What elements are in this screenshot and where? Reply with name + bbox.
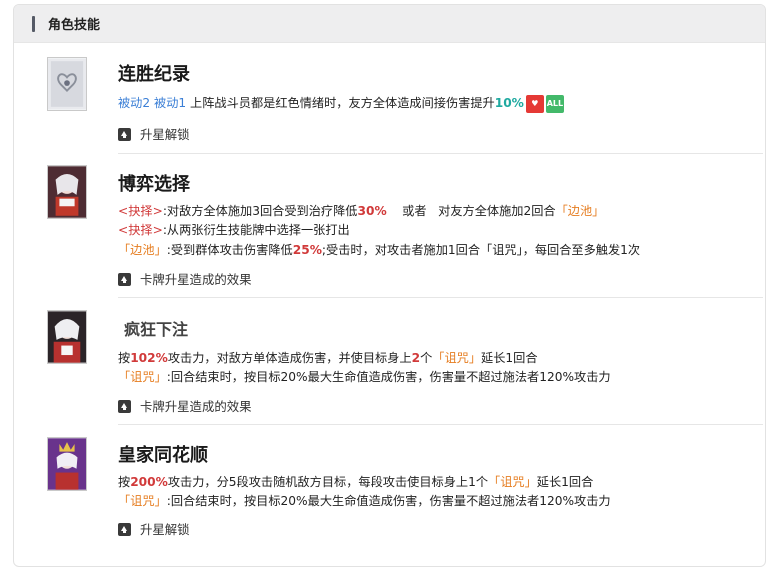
skill-name: 连胜纪录 bbox=[118, 64, 190, 85]
footer-label: 卡牌升星造成的效果 bbox=[140, 272, 252, 287]
skill-card-image bbox=[47, 310, 87, 364]
upgrade-arrow-icon bbox=[118, 272, 131, 286]
skill-name: 疯狂下注 bbox=[124, 320, 189, 339]
value-text: 2 bbox=[411, 351, 421, 365]
skill-desc-line: 「诅咒」:回合结束时，按目标20%最大生命值造成伤害，伤害量不超过施法者120%… bbox=[118, 491, 611, 509]
desc-text: 或者 bbox=[402, 204, 427, 218]
skill-name: 皇家同花顺 bbox=[118, 445, 208, 466]
value-text: 25% bbox=[292, 243, 322, 257]
desc-text: 延长1回合 bbox=[536, 475, 594, 489]
footer-label: 卡牌升星造成的效果 bbox=[140, 399, 252, 414]
card-upgrade-toggle[interactable]: 卡牌升星造成的效果 bbox=[118, 397, 252, 415]
heart-shield-icon: ♥ bbox=[525, 94, 544, 113]
desc-text: ;受击时，对攻击者施加1回合「诅咒」，每回合至多触发1次 bbox=[321, 243, 641, 257]
passive-tag[interactable]: 被动2 bbox=[118, 96, 150, 110]
skill-desc-line: <抉择>:从两张衍生技能牌中选择一张打出 bbox=[118, 220, 350, 238]
desc-text: 按 bbox=[118, 351, 131, 365]
choice-tag[interactable]: <抉择> bbox=[118, 223, 163, 237]
status-tag[interactable]: 「诅咒」 bbox=[118, 494, 167, 508]
card-art-heart-icon bbox=[48, 58, 86, 110]
status-tag[interactable]: 「诅咒」 bbox=[488, 475, 537, 489]
choice-tag[interactable]: <抉择> bbox=[118, 204, 163, 218]
panel-title: 角色技能 bbox=[48, 18, 101, 33]
desc-text: 按 bbox=[118, 475, 131, 489]
skill-desc-line: <抉择>:对敌方全体施加3回合受到治疗降低30% 或者 对友方全体施加2回合「边… bbox=[118, 201, 604, 219]
desc-text: 延长1回合 bbox=[481, 351, 538, 365]
value-text: 102% bbox=[130, 351, 168, 365]
desc-text: :回合结束时，按目标20%最大生命值造成伤害，伤害量不超过施法者120%攻击力 bbox=[166, 370, 611, 384]
header-accent-bar bbox=[32, 15, 35, 32]
desc-text: 对友方全体施加2回合 bbox=[438, 204, 556, 218]
skill-desc-line: 「诅咒」:回合结束时，按目标20%最大生命值造成伤害，伤害量不超过施法者120%… bbox=[118, 367, 611, 385]
upgrade-arrow-icon bbox=[118, 522, 131, 536]
skill-card-image bbox=[47, 165, 87, 219]
skill-card-image bbox=[47, 437, 87, 491]
desc-text: 个 bbox=[420, 351, 433, 365]
status-tag[interactable]: 「诅咒」 bbox=[432, 351, 481, 365]
card-art-character-icon bbox=[48, 311, 86, 363]
card-upgrade-toggle[interactable]: 卡牌升星造成的效果 bbox=[118, 270, 252, 288]
footer-label: 升星解锁 bbox=[140, 127, 190, 142]
panel-header: 角色技能 bbox=[14, 5, 765, 43]
desc-text: :回合结束时，按目标20%最大生命值造成伤害，伤害量不超过施法者120%攻击力 bbox=[166, 494, 611, 508]
skill-desc-line: 按200%攻击力，分5段攻击随机敌方目标，每段攻击使目标身上1个「诅咒」延长1回… bbox=[118, 472, 593, 490]
passive-tag[interactable]: 被动1 bbox=[154, 96, 186, 110]
role-skills-panel: 角色技能 连胜纪录 被动2 被动1 上阵战斗员都是红色情绪时，友方全体造成间接伤… bbox=[13, 4, 766, 567]
card-art-character-icon bbox=[48, 166, 86, 218]
desc-text: 攻击力，对敌方单体造成伤害，并使目标身上 bbox=[167, 351, 412, 365]
skill-card-image bbox=[47, 57, 87, 111]
divider bbox=[118, 153, 763, 154]
divider bbox=[118, 424, 763, 425]
skill-desc-line: 被动2 被动1 上阵战斗员都是红色情绪时，友方全体造成间接伤害提升10% ♥ ALL bbox=[118, 93, 564, 113]
desc-text: :对敌方全体施加3回合受到治疗降低 bbox=[162, 204, 358, 218]
footer-label: 升星解锁 bbox=[140, 522, 190, 537]
status-tag[interactable]: 「边池」 bbox=[118, 243, 167, 257]
skill-desc-line: 「边池」:受到群体攻击伤害降低25%;受击时，对攻击者施加1回合「诅咒」，每回合… bbox=[118, 240, 640, 258]
desc-text: 上阵战斗员都是红色情绪时，友方全体造成间接伤害提升 bbox=[190, 96, 495, 110]
upgrade-toggle[interactable]: 升星解锁 bbox=[118, 125, 190, 143]
value-text: 30% bbox=[357, 204, 387, 218]
upgrade-arrow-icon bbox=[118, 127, 131, 141]
upgrade-arrow-icon bbox=[118, 399, 131, 413]
value-text: 10% bbox=[494, 96, 524, 110]
skill-name: 博弈选择 bbox=[118, 174, 190, 195]
skill-desc-line: 按102%攻击力，对敌方单体造成伤害，并使目标身上2个「诅咒」延长1回合 bbox=[118, 348, 538, 366]
status-tag[interactable]: 「边池」 bbox=[556, 204, 605, 218]
all-badge-icon: ALL bbox=[545, 94, 564, 113]
desc-text: 攻击力，分5段攻击随机敌方目标，每段攻击使目标身上1个 bbox=[167, 475, 489, 489]
upgrade-toggle[interactable]: 升星解锁 bbox=[118, 520, 190, 538]
value-text: 200% bbox=[130, 475, 168, 489]
desc-text: :从两张衍生技能牌中选择一张打出 bbox=[162, 223, 350, 237]
desc-text: :受到群体攻击伤害降低 bbox=[166, 243, 293, 257]
status-tag[interactable]: 「诅咒」 bbox=[118, 370, 167, 384]
divider bbox=[118, 297, 763, 298]
card-art-character-icon bbox=[48, 438, 86, 490]
